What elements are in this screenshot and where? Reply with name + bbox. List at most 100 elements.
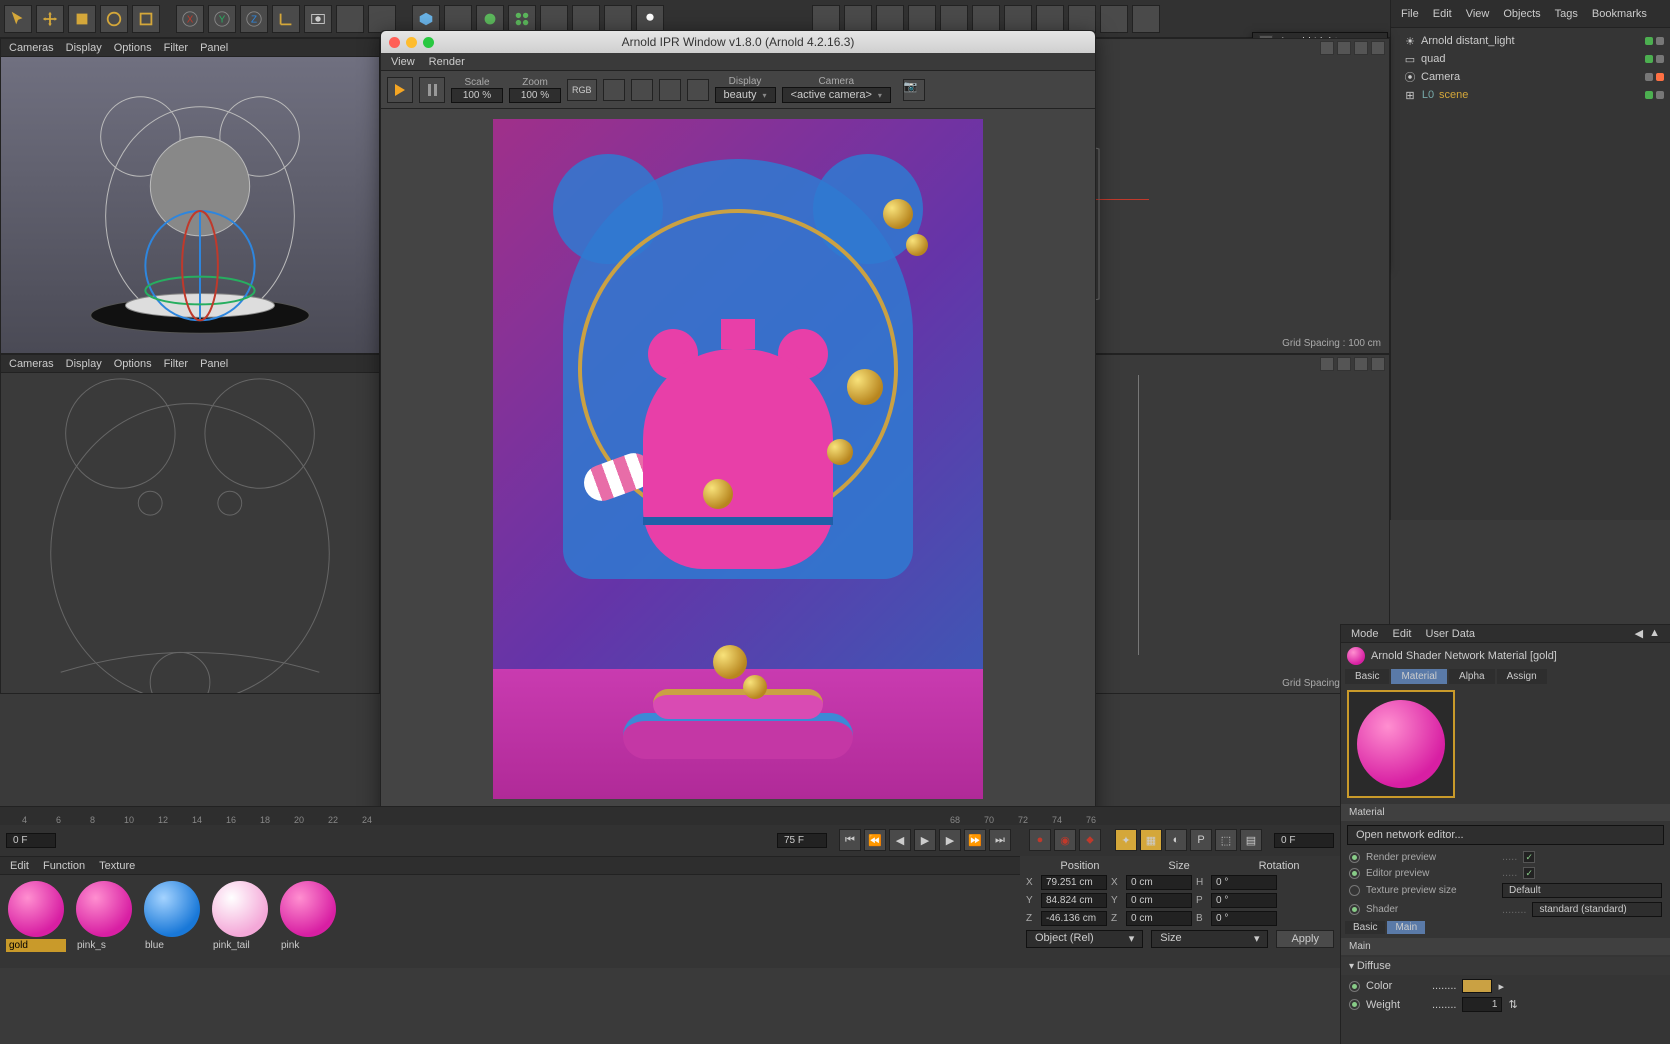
misc-tool-8[interactable] (1036, 5, 1064, 33)
last-tool[interactable] (132, 5, 160, 33)
radio-icon[interactable] (1349, 852, 1360, 863)
move-tool[interactable] (36, 5, 64, 33)
coord-mode-select[interactable]: Object (Rel)▾ (1026, 930, 1143, 948)
ipr-menu-render[interactable]: Render (429, 56, 465, 68)
channel-button[interactable] (631, 79, 653, 101)
vp-widget[interactable] (1320, 41, 1334, 55)
vp-menu-options[interactable]: Options (114, 358, 152, 370)
vp-menu-cameras[interactable]: Cameras (9, 358, 54, 370)
record-button[interactable]: ● (1029, 829, 1051, 851)
misc-tool-11[interactable] (1132, 5, 1160, 33)
keymode-button[interactable]: ▤ (1240, 829, 1262, 851)
vp-widget[interactable] (1337, 41, 1351, 55)
prev-frame-button[interactable]: ◀ (889, 829, 911, 851)
mat-menu-edit[interactable]: Edit (10, 860, 29, 872)
misc-tool-6[interactable] (972, 5, 1000, 33)
attr-menu-edit[interactable]: Edit (1393, 628, 1412, 640)
ipr-titlebar[interactable]: Arnold IPR Window v1.8.0 (Arnold 4.2.16.… (381, 31, 1095, 53)
size-y-input[interactable] (1126, 893, 1192, 908)
zoom-input[interactable]: 100 % (509, 88, 561, 103)
camera-select[interactable]: <active camera> (782, 87, 891, 103)
snapshot-button[interactable]: 📷 (903, 79, 925, 101)
size-x-input[interactable] (1126, 875, 1192, 890)
pause-button[interactable] (419, 77, 445, 103)
obj-row-camera[interactable]: ⦿Camera (1397, 68, 1664, 86)
cube-primitive[interactable] (412, 5, 440, 33)
radio-icon[interactable] (1349, 868, 1360, 879)
obj-menu-tags[interactable]: Tags (1555, 8, 1578, 20)
shader-select[interactable]: standard (standard) (1532, 902, 1662, 917)
obj-menu-view[interactable]: View (1466, 8, 1490, 20)
time-end-input[interactable] (1274, 833, 1334, 848)
obj-menu-objects[interactable]: Objects (1503, 8, 1540, 20)
obj-row-light[interactable]: ☀Arnold distant_light (1397, 32, 1664, 50)
misc-tool-3[interactable] (876, 5, 904, 33)
attr-menu-userdata[interactable]: User Data (1426, 628, 1476, 640)
size-z-input[interactable] (1126, 911, 1192, 926)
scale-tool[interactable] (68, 5, 96, 33)
vp-menu-panel[interactable]: Panel (200, 42, 228, 54)
obj-row-quad[interactable]: ▭quad (1397, 50, 1664, 68)
vp-widget[interactable] (1354, 357, 1368, 371)
scale-input[interactable]: 100 % (451, 88, 503, 103)
obj-row-scene[interactable]: ⊞L0scene (1397, 86, 1664, 104)
keymode-button[interactable]: ▦ (1140, 829, 1162, 851)
array-tool[interactable] (508, 5, 536, 33)
apply-button[interactable]: Apply (1276, 930, 1334, 948)
x-axis-tool[interactable]: X (176, 5, 204, 33)
subtab-basic[interactable]: Basic (1345, 921, 1385, 934)
play-button[interactable] (387, 77, 413, 103)
time-start-input[interactable] (6, 833, 56, 848)
vp-menu-filter[interactable]: Filter (164, 42, 188, 54)
spinner-icon[interactable]: ⇅ (1508, 998, 1517, 1011)
time-ruler[interactable]: 4 6 8 10 12 14 16 18 20 22 24 68 70 72 7… (0, 807, 1340, 825)
nurbs-tool[interactable] (476, 5, 504, 33)
vp-widget[interactable] (1320, 357, 1334, 371)
radio-icon[interactable] (1349, 999, 1360, 1010)
next-key-button[interactable]: ⏩ (964, 829, 986, 851)
render-tool[interactable] (304, 5, 332, 33)
vp-widget[interactable] (1337, 357, 1351, 371)
autokey-button[interactable]: ◉ (1054, 829, 1076, 851)
rot-p-input[interactable] (1211, 893, 1277, 908)
render-preview-checkbox[interactable]: ✓ (1523, 851, 1535, 863)
misc-tool-1[interactable] (812, 5, 840, 33)
render-settings-tool[interactable] (368, 5, 396, 33)
misc-tool-10[interactable] (1100, 5, 1128, 33)
ipr-render-view[interactable] (381, 109, 1095, 809)
material-item-pink-s[interactable]: pink_s (74, 881, 134, 952)
play-button[interactable]: ▶ (914, 829, 936, 851)
coord-size-select[interactable]: Size▾ (1151, 930, 1268, 948)
attr-menu-mode[interactable]: Mode (1351, 628, 1379, 640)
misc-tool-5[interactable] (940, 5, 968, 33)
weight-input[interactable] (1462, 997, 1502, 1012)
keymode-button[interactable]: ◐ (1165, 829, 1187, 851)
expand-icon[interactable]: ⊞ (1403, 89, 1417, 102)
editor-preview-checkbox[interactable]: ✓ (1523, 867, 1535, 879)
time-current-input[interactable] (777, 833, 827, 848)
material-item-gold[interactable]: gold (6, 881, 66, 952)
viewport-canvas[interactable] (1, 373, 379, 693)
obj-menu-edit[interactable]: Edit (1433, 8, 1452, 20)
viewport-perspective[interactable]: Cameras Display Options Filter Panel (0, 38, 380, 354)
misc-tool-7[interactable] (1004, 5, 1032, 33)
environment-tool[interactable] (572, 5, 600, 33)
light-tool[interactable] (636, 5, 664, 33)
channel-button[interactable] (687, 79, 709, 101)
goto-end-button[interactable]: ⏭ (989, 829, 1011, 851)
channel-button[interactable] (659, 79, 681, 101)
obj-menu-file[interactable]: File (1401, 8, 1419, 20)
obj-menu-bookmarks[interactable]: Bookmarks (1592, 8, 1647, 20)
pos-z-input[interactable] (1041, 911, 1107, 926)
viewport-front[interactable]: Cameras Display Options Filter Panel (0, 354, 380, 694)
mat-menu-function[interactable]: Function (43, 860, 85, 872)
nav-back-icon[interactable]: ◀ (1635, 627, 1643, 640)
section-diffuse[interactable]: ▾ Diffuse (1341, 957, 1670, 975)
radio-icon[interactable] (1349, 981, 1360, 992)
vp-menu-display[interactable]: Display (66, 358, 102, 370)
rgb-button[interactable]: RGB (567, 79, 597, 101)
viewport-canvas[interactable] (1, 57, 379, 353)
radio-icon[interactable] (1349, 904, 1360, 915)
rot-b-input[interactable] (1211, 911, 1277, 926)
render-region-tool[interactable] (336, 5, 364, 33)
